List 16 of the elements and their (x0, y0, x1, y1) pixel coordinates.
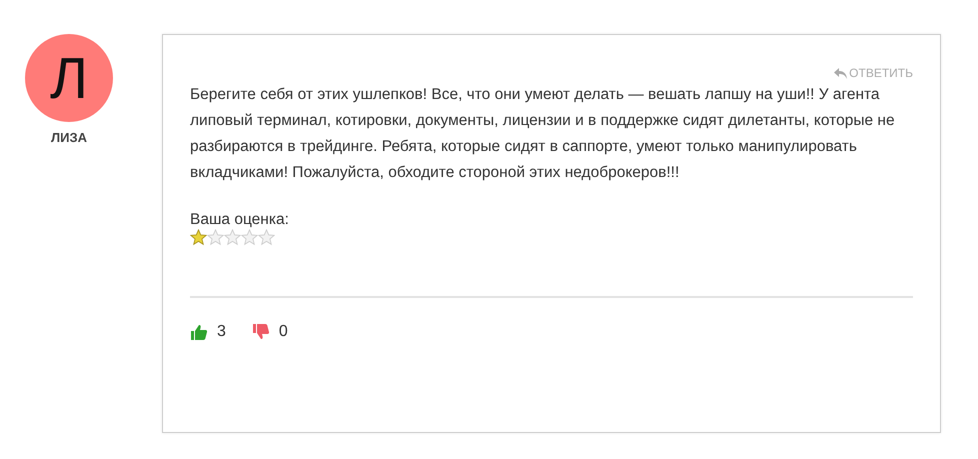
star-icon[interactable] (207, 229, 224, 246)
star-icon[interactable] (258, 229, 275, 246)
author-name: ЛИЗА (51, 130, 87, 145)
rating-label: Ваша оценка: (190, 211, 290, 229)
comment-text: Берегите себя от этих ушлепков! Все, что они умеют делать — вешать лапшу на уши!! У агента липовый терминал, котировки, документы, лицензии и в поддержке сидят дилетанты, которые не разбираются в трейдинге. Ребята, которые сидят в саппорте, умеют только манипулировать вкладчиками! Пожалуйста, обходите стороной этих недоброкеров!!! (190, 85, 896, 183)
reply-icon (834, 68, 848, 78)
like-count: 3 (217, 323, 226, 341)
thumbs-up-icon[interactable] (190, 323, 208, 341)
avatar: Л (25, 34, 113, 122)
star-rating[interactable] (190, 229, 275, 246)
thumbs-down-icon[interactable] (252, 323, 270, 341)
dislike-count: 0 (278, 323, 288, 341)
reply-link[interactable]: ОТВЕТИТЬ (834, 66, 913, 80)
star-icon[interactable] (190, 229, 207, 246)
star-icon[interactable] (241, 229, 258, 246)
star-icon[interactable] (224, 229, 241, 246)
